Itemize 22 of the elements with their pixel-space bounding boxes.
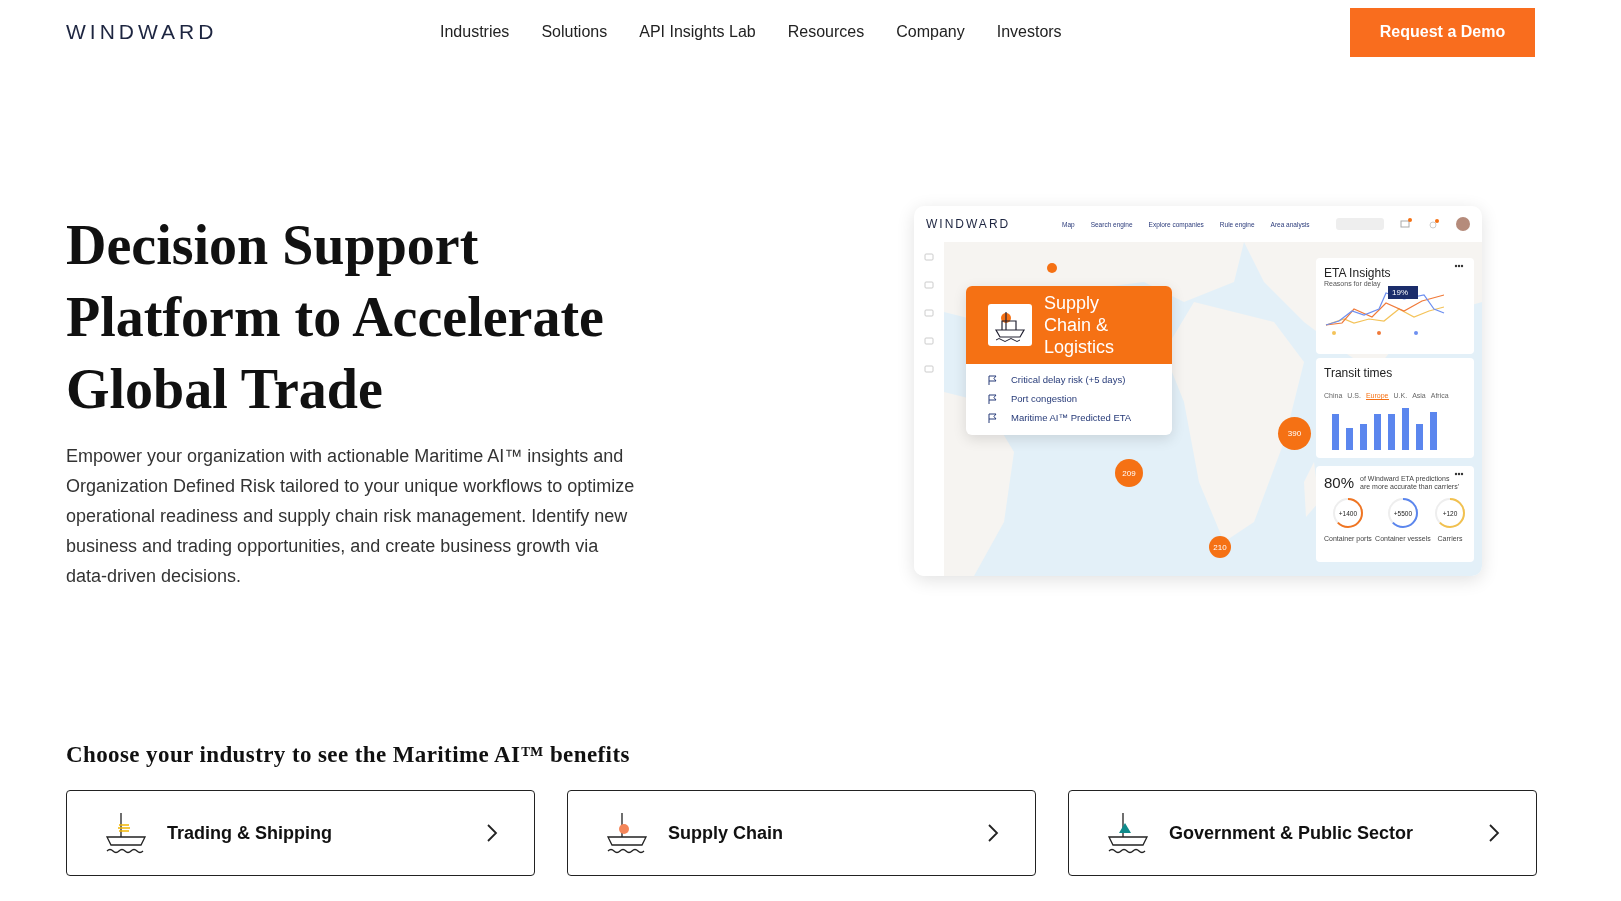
nav-link[interactable]: Solutions (541, 23, 608, 41)
list-item: Port congestion (1011, 393, 1077, 404)
list-item: Maritime AI™ Predicted ETA (1011, 412, 1132, 423)
industry-card[interactable]: Supply Chain (567, 790, 1036, 876)
nav-link[interactable]: API Insights Lab (639, 23, 756, 41)
tooltip: 19% (1388, 286, 1418, 299)
list-item: Critical delay risk (+5 days) (1011, 374, 1126, 385)
popup-title: Supply Chain & Logistics (1044, 292, 1116, 358)
card-title: ETA Insights (1324, 266, 1392, 280)
logo: WINDWARD (926, 217, 1012, 231)
hero-paragraph: Empower your organization with actionable Maritime AI™ insights and Organization Defined Risk tailored to your unique workflows to optimize operational readiness and supply chain risk management. Identify new business and trading opportunities, and create business growth via data-driven decisions. (66, 445, 636, 588)
nav-link[interactable]: Resources (787, 23, 865, 41)
nav-link[interactable]: Industries (440, 23, 510, 41)
industry-card[interactable]: Trading & Shipping (66, 790, 535, 876)
hero-heading: Decision Support Platform to Accelerate Global Trade (66, 213, 605, 422)
stat-value: 80% (1324, 474, 1355, 491)
nav-link[interactable]: Investors (996, 23, 1062, 41)
industry-card[interactable]: Government & Public Sector (1068, 790, 1537, 876)
logo[interactable]: WINDWARD (66, 20, 440, 44)
card-title: Transit times (1324, 366, 1394, 380)
section-heading: Choose your industry to see the Maritime AI™ benefits (66, 742, 631, 768)
nav-link[interactable]: Company (896, 23, 965, 41)
